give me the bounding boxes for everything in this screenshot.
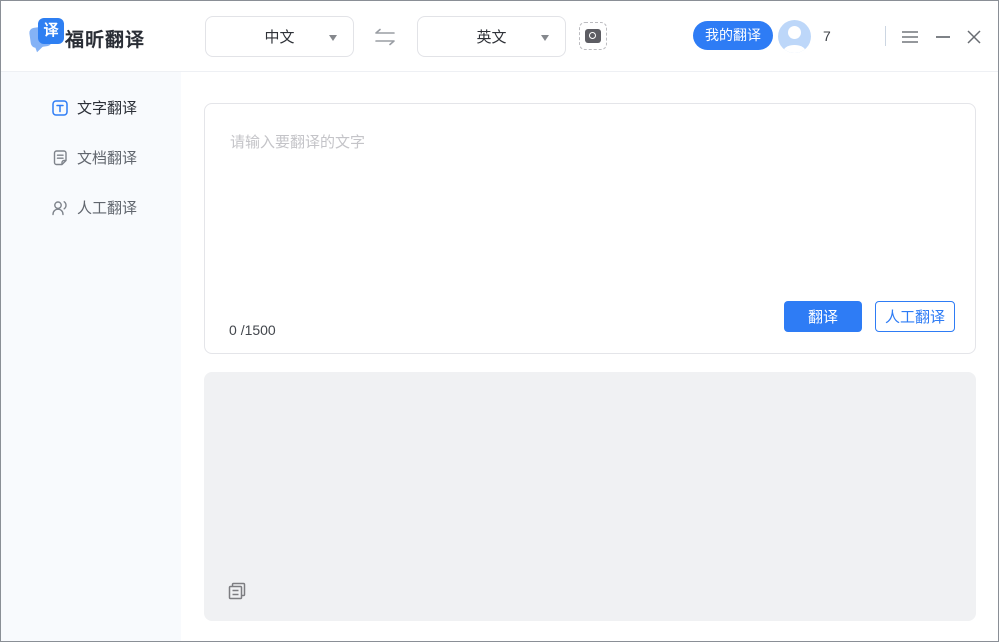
sidebar-item-label: 人工翻译 bbox=[77, 197, 137, 218]
avatar-head bbox=[788, 26, 801, 39]
source-language-value: 中文 bbox=[264, 26, 294, 47]
header-bar: 译 福昕翻译 中文 英文 我的翻译 7 bbox=[1, 1, 998, 72]
sidebar-item-label: 文档翻译 bbox=[77, 147, 137, 168]
source-text-input[interactable] bbox=[206, 105, 974, 275]
copy-icon[interactable] bbox=[226, 580, 248, 602]
screenshot-translate-icon[interactable] bbox=[579, 22, 607, 50]
header-divider bbox=[885, 26, 886, 46]
source-text-card: 0 /1500 翻译 人工翻译 bbox=[204, 103, 976, 354]
close-icon[interactable] bbox=[964, 27, 984, 47]
my-translations-button[interactable]: 我的翻译 bbox=[693, 21, 773, 50]
sidebar-item-text-translate[interactable]: 文字翻译 bbox=[1, 93, 181, 122]
minimize-icon[interactable] bbox=[933, 27, 953, 47]
target-language-value: 英文 bbox=[476, 26, 506, 47]
avatar-shoulders bbox=[783, 45, 806, 53]
target-language-select[interactable]: 英文 bbox=[417, 16, 566, 57]
sidebar: 文字翻译 文档翻译 人工翻译 bbox=[1, 72, 181, 641]
translation-output-panel bbox=[204, 372, 976, 621]
char-limit: /1500 bbox=[241, 322, 276, 338]
action-buttons: 翻译 人工翻译 bbox=[784, 301, 955, 332]
main-content: 0 /1500 翻译 人工翻译 bbox=[181, 72, 998, 641]
swap-languages-icon[interactable] bbox=[372, 28, 398, 46]
app-logo-icon: 译 bbox=[30, 18, 66, 56]
document-translate-icon bbox=[51, 149, 69, 167]
translate-button[interactable]: 翻译 bbox=[784, 301, 862, 332]
app-window: 译 福昕翻译 中文 英文 我的翻译 7 bbox=[0, 0, 999, 642]
sidebar-item-label: 文字翻译 bbox=[77, 97, 137, 118]
chevron-down-icon bbox=[541, 35, 549, 41]
logo-bubble-front: 译 bbox=[38, 18, 64, 44]
char-counter: 0 /1500 bbox=[229, 322, 276, 338]
source-language-select[interactable]: 中文 bbox=[205, 16, 354, 57]
text-translate-icon bbox=[51, 99, 69, 117]
user-avatar[interactable] bbox=[778, 20, 811, 53]
person-translate-icon bbox=[51, 199, 69, 217]
human-translate-button[interactable]: 人工翻译 bbox=[875, 301, 955, 332]
sidebar-item-human-translate[interactable]: 人工翻译 bbox=[1, 193, 181, 222]
sidebar-item-document-translate[interactable]: 文档翻译 bbox=[1, 143, 181, 172]
char-count: 0 bbox=[229, 322, 237, 338]
hamburger-menu-icon[interactable] bbox=[900, 27, 920, 47]
app-title: 福昕翻译 bbox=[65, 25, 145, 52]
chevron-down-icon bbox=[329, 35, 337, 41]
camera-lens bbox=[585, 29, 601, 43]
credit-count: 7 bbox=[823, 28, 831, 44]
